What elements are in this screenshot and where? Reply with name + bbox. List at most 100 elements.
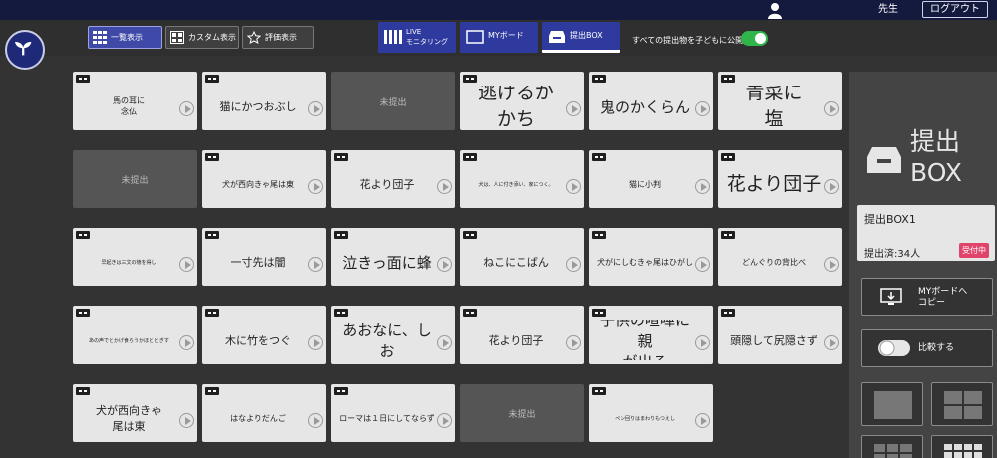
play-icon[interactable] (308, 413, 323, 428)
play-icon[interactable] (824, 179, 839, 194)
card-text: 逃げるが かち (477, 86, 554, 126)
layout-six-button[interactable] (861, 435, 923, 458)
card-text: 鬼のかくらん (599, 97, 690, 116)
submission-card[interactable]: 花より団子 (718, 150, 842, 208)
submission-card[interactable]: 花より団子 (331, 150, 455, 208)
play-icon[interactable] (824, 335, 839, 350)
card-tag-icon (592, 75, 606, 83)
copy-to-myboard-button[interactable]: MYボードへ コピー (861, 278, 993, 316)
submit-box-card[interactable]: 提出BOX1 提出済:34人 受付中 (857, 205, 995, 261)
card-tag-icon (205, 309, 219, 317)
submission-card[interactable]: はなよりだんご (202, 384, 326, 442)
play-icon[interactable] (179, 101, 194, 116)
submission-card[interactable]: 猫にかつおぶし (202, 72, 326, 130)
submission-card[interactable]: 鬼のかくらん (589, 72, 713, 130)
submission-card[interactable]: 犬が西向きゃ尾は東 (202, 150, 326, 208)
submission-card[interactable]: 泣きっ面に蜂 (331, 228, 455, 286)
submission-card[interactable]: 逃げるが かち (460, 72, 584, 130)
nav-myboard[interactable]: MYボード (460, 22, 538, 53)
play-icon[interactable] (566, 257, 581, 272)
submission-card[interactable]: あおなに、しお (331, 306, 455, 364)
live-monitor-icon (384, 30, 402, 44)
play-icon[interactable] (308, 101, 323, 116)
submission-card[interactable]: ローマは１日にしてならず (331, 384, 455, 442)
view-custom-button[interactable]: カスタム表示 (165, 26, 239, 49)
nav-myboard-label: MYボード (488, 31, 524, 40)
rating-icon (247, 31, 261, 44)
submission-card[interactable]: 一寸先は闇 (202, 228, 326, 286)
play-icon[interactable] (308, 257, 323, 272)
view-custom-label: カスタム表示 (188, 33, 236, 42)
play-icon[interactable] (695, 335, 710, 350)
card-text: 猫にかつおぶし (219, 100, 297, 113)
play-icon[interactable] (179, 335, 194, 350)
submission-card-empty[interactable]: 未提出 (460, 384, 584, 442)
submission-card[interactable]: あの声でとかげ食らうかほととぎす (73, 306, 197, 364)
submission-card[interactable]: どんぐりの背比べ (718, 228, 842, 286)
play-icon[interactable] (695, 257, 710, 272)
submission-card-empty[interactable]: 未提出 (331, 72, 455, 130)
play-icon[interactable] (824, 257, 839, 272)
layout-quad-button[interactable] (931, 382, 993, 426)
submission-card-empty[interactable]: 未提出 (73, 150, 197, 208)
submission-card[interactable]: 木に竹をつぐ (202, 306, 326, 364)
play-icon[interactable] (308, 179, 323, 194)
nav-live-monitoring[interactable]: LIVE モニタリング (378, 22, 456, 53)
card-tag-icon (463, 309, 477, 317)
layout-single-button[interactable] (861, 382, 923, 426)
card-text: ペン回りはまわりもつえし (615, 415, 675, 422)
play-icon[interactable] (437, 179, 452, 194)
submission-card[interactable]: ねこにこばん (460, 228, 584, 286)
submission-card[interactable]: 青菜に 塩 (718, 72, 842, 130)
play-icon[interactable] (566, 179, 581, 194)
view-rating-button[interactable]: 評価表示 (242, 26, 314, 49)
submission-card[interactable]: 早起きは三文の徳を得し (73, 228, 197, 286)
play-icon[interactable] (179, 413, 194, 428)
compare-button[interactable]: 比較する (861, 329, 993, 367)
submit-box-title: 提出 BOX (910, 126, 962, 188)
view-rating-label: 評価表示 (265, 33, 297, 42)
submission-card[interactable]: 子供の喧嘩に親 が出る (589, 306, 713, 364)
layout-many-button[interactable] (931, 435, 993, 458)
submit-box-title-line1: 提出 (910, 127, 961, 156)
card-text: 木に竹をつぐ (225, 334, 291, 347)
top-bar: 先生 ログアウト (0, 0, 997, 20)
submission-card[interactable]: 犬が西向きゃ 尾は東 (73, 384, 197, 442)
submission-card[interactable]: ペン回りはまわりもつえし (589, 384, 713, 442)
logout-button[interactable]: ログアウト (922, 1, 988, 18)
play-icon[interactable] (437, 257, 452, 272)
nav-submit-box[interactable]: 提出BOX (542, 22, 620, 53)
play-icon[interactable] (308, 335, 323, 350)
play-icon[interactable] (437, 413, 452, 428)
submission-card[interactable]: 馬の耳に 念仏 (73, 72, 197, 130)
play-icon[interactable] (179, 257, 194, 272)
card-tag-icon (205, 153, 219, 161)
submission-card[interactable]: 頭隠して尻隠さず (718, 306, 842, 364)
play-icon[interactable] (695, 101, 710, 116)
play-icon[interactable] (437, 335, 452, 350)
submission-card[interactable]: 犬がにしむきゃ尾はひがし (589, 228, 713, 286)
play-icon[interactable] (695, 179, 710, 194)
submission-card[interactable]: 猫に小判 (589, 150, 713, 208)
submission-card[interactable]: 花より団子 (460, 306, 584, 364)
app-logo[interactable] (5, 30, 45, 70)
board-copy-icon (880, 288, 902, 305)
play-icon[interactable] (566, 335, 581, 350)
card-tag-icon (76, 309, 90, 317)
user-icon[interactable] (766, 1, 784, 19)
play-icon[interactable] (824, 101, 839, 116)
card-tag-icon (76, 387, 90, 395)
card-text: 犬が西向きゃ尾は東 (222, 179, 294, 189)
publish-all-toggle[interactable] (741, 31, 768, 46)
card-text: どんぐりの背比べ (742, 257, 806, 267)
play-icon[interactable] (566, 101, 581, 116)
compare-label: 比較する (918, 343, 955, 353)
card-text: 花より団子 (359, 178, 415, 191)
view-list-button[interactable]: 一覧表示 (88, 26, 162, 49)
app-window: 先生 ログアウト 一覧表示 カスタム表示 評価表示 LIVE モニタリング MY… (0, 0, 997, 458)
play-icon[interactable] (695, 413, 710, 428)
card-text: 早起きは三文の徳を得し (101, 259, 157, 266)
card-text: ねこにこばん (483, 256, 549, 269)
nav-live-label-line1: LIVE (406, 28, 422, 36)
submission-card[interactable]: 犬は、人に付き添い、家につく。 (460, 150, 584, 208)
